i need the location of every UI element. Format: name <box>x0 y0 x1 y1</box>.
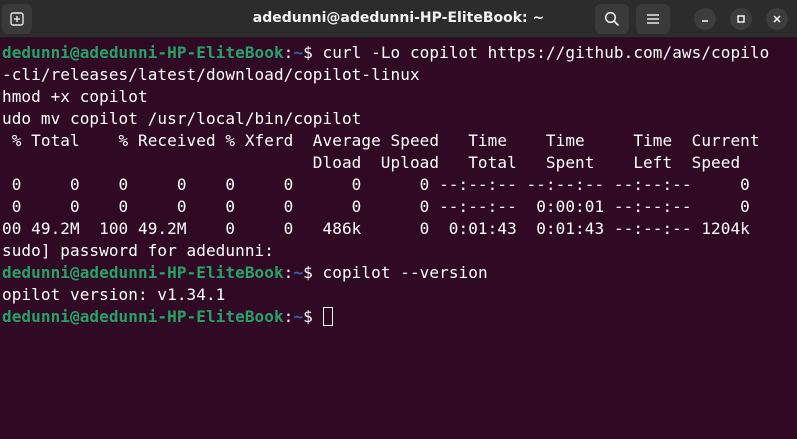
prompt-user: dedunni@adedunni-HP-EliteBook <box>2 43 284 62</box>
curl-progress-header: % Total % Received % Xferd Average Speed… <box>2 131 760 150</box>
prompt-line: dedunni@adedunni-HP-EliteBook:~$ curl -L… <box>0 42 797 64</box>
minimize-icon <box>702 20 708 22</box>
prompt-symbol: $ <box>303 307 323 326</box>
output-line: opilot version: v1.34.1 <box>2 285 226 304</box>
output-line: hmod +x copilot <box>2 87 148 106</box>
command-text: curl -Lo copilot https://github.com/aws/… <box>322 43 770 62</box>
prompt-colon: : <box>283 43 294 62</box>
new-tab-icon <box>10 12 24 26</box>
new-tab-button[interactable] <box>2 4 32 34</box>
prompt-symbol: $ <box>303 263 323 282</box>
minimize-button[interactable] <box>694 8 716 30</box>
maximize-button[interactable] <box>730 8 752 30</box>
output-line: -cli/releases/latest/download/copilot-li… <box>2 65 420 84</box>
prompt-user: dedunni@adedunni-HP-EliteBook <box>2 263 284 282</box>
prompt-line: dedunni@adedunni-HP-EliteBook:~$ copilot… <box>0 262 797 284</box>
curl-progress-row: 00 49.2M 100 49.2M 0 0 486k 0 0:01:43 0:… <box>2 219 750 238</box>
prompt-symbol: $ <box>303 43 323 62</box>
title-bar: adedunni@adedunni-HP-EliteBook: ~ <box>0 0 797 38</box>
curl-progress-row: 0 0 0 0 0 0 0 0 --:--:-- 0:00:01 --:--:-… <box>2 197 750 216</box>
search-button[interactable] <box>595 4 629 34</box>
window-title: adedunni@adedunni-HP-EliteBook: ~ <box>252 10 545 26</box>
maximize-icon <box>737 15 745 23</box>
output-line: udo mv copilot /usr/local/bin/copilot <box>2 109 362 128</box>
menu-button[interactable] <box>636 4 670 34</box>
prompt-colon: : <box>283 307 294 326</box>
prompt-line: dedunni@adedunni-HP-EliteBook:~$ <box>0 306 797 328</box>
close-icon <box>773 15 781 23</box>
curl-progress-row: 0 0 0 0 0 0 0 0 --:--:-- --:--:-- --:--:… <box>2 175 750 194</box>
text-cursor <box>322 307 333 326</box>
close-button[interactable] <box>766 8 788 30</box>
prompt-colon: : <box>283 263 294 282</box>
prompt-user: dedunni@adedunni-HP-EliteBook <box>2 307 284 326</box>
prompt-path: ~ <box>293 263 304 282</box>
command-text: copilot --version <box>322 263 488 282</box>
prompt-path: ~ <box>293 43 304 62</box>
hamburger-menu-icon <box>647 14 659 24</box>
search-icon <box>604 11 620 27</box>
terminal-output[interactable]: dedunni@adedunni-HP-EliteBook:~$ curl -L… <box>0 42 797 439</box>
output-line: sudo] password for adedunni: <box>2 241 274 260</box>
curl-progress-header: Dload Upload Total Spent Left Speed <box>2 153 741 172</box>
prompt-path: ~ <box>293 307 304 326</box>
terminal-window: adedunni@adedunni-HP-EliteBook: ~ dedunn… <box>0 0 797 439</box>
